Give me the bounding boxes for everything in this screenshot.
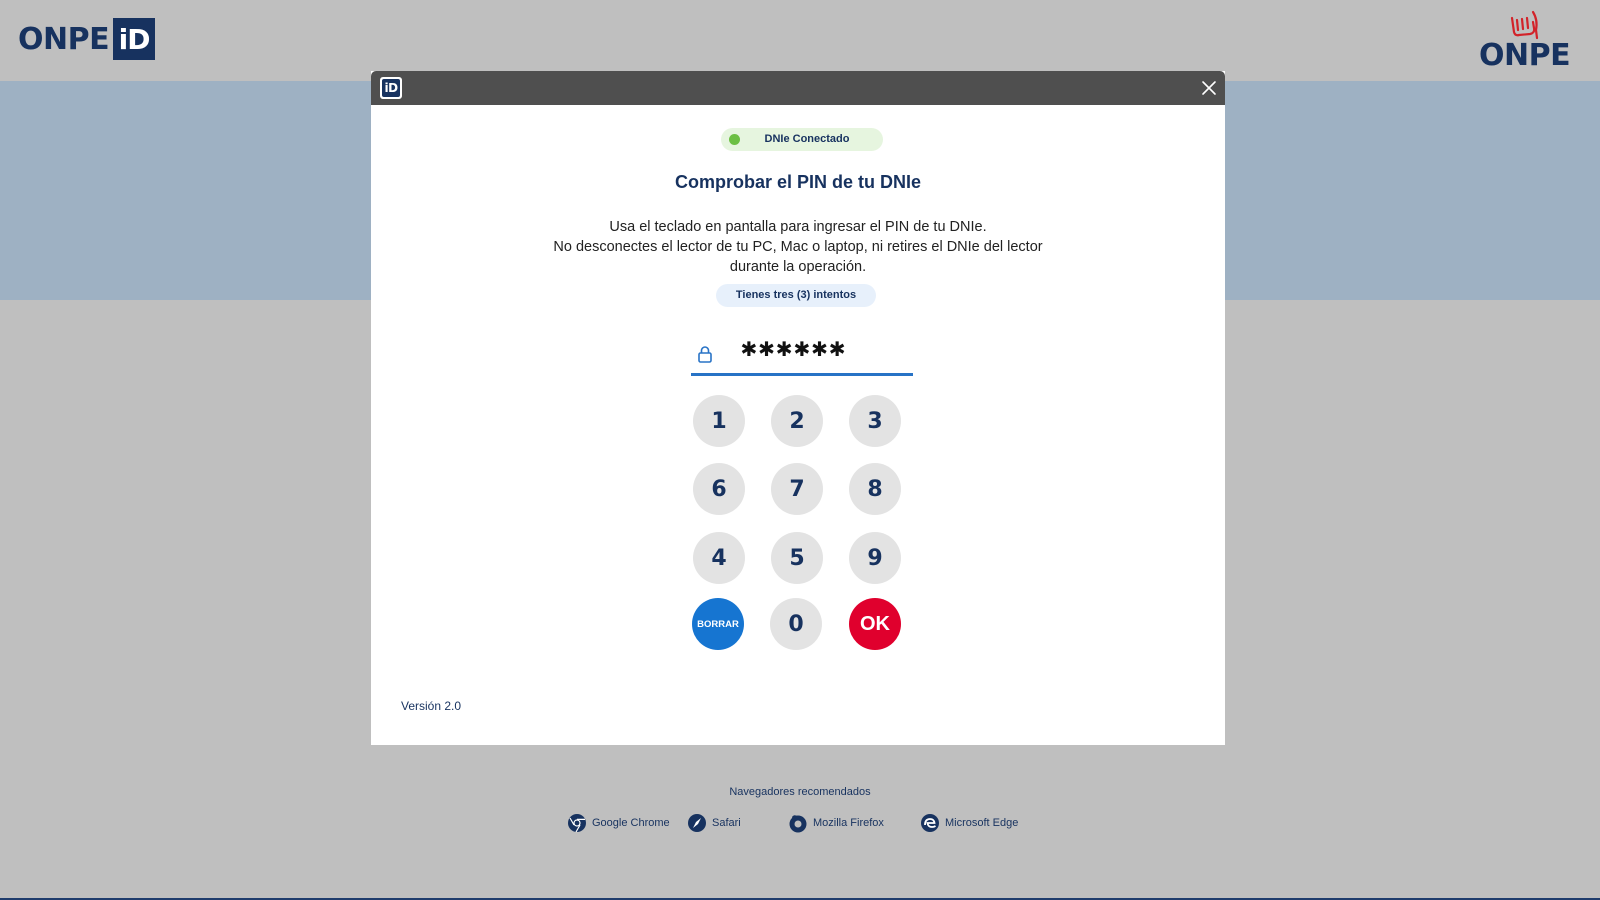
- browser-chrome[interactable]: Google Chrome: [567, 812, 670, 834]
- logo-id-badge: iD: [113, 18, 156, 60]
- browser-label: Google Chrome: [592, 817, 670, 829]
- id-icon: iD: [380, 77, 402, 99]
- attempts-badge: Tienes tres (3) intentos: [716, 284, 876, 307]
- browser-safari[interactable]: Safari: [687, 812, 741, 834]
- version-label: Versión 2.0: [401, 699, 462, 713]
- key-7[interactable]: 7: [771, 463, 823, 515]
- key-9[interactable]: 9: [849, 532, 901, 584]
- browser-label: Safari: [712, 817, 741, 829]
- lock-icon: [698, 346, 712, 363]
- instruction-line: No desconectes el lector de tu PC, Mac o…: [553, 239, 1043, 255]
- delete-button[interactable]: BORRAR: [692, 598, 744, 650]
- instructions: Usa el teclado en pantalla para ingresar…: [371, 217, 1225, 277]
- onpe-id-logo: ONPE iD: [18, 18, 156, 60]
- logo-word: ONPE: [18, 21, 110, 57]
- browser-label: Mozilla Firefox: [813, 817, 884, 829]
- browser-label: Microsoft Edge: [945, 817, 1019, 829]
- pin-input[interactable]: [741, 333, 891, 363]
- key-8[interactable]: 8: [849, 463, 901, 515]
- safari-icon: [688, 814, 706, 832]
- close-icon[interactable]: [1201, 80, 1217, 96]
- browser-edge[interactable]: Microsoft Edge: [920, 812, 1018, 834]
- key-0[interactable]: 0: [770, 598, 822, 650]
- key-6[interactable]: 6: [693, 463, 745, 515]
- browser-firefox[interactable]: Mozilla Firefox: [788, 812, 884, 834]
- page-title: Comprobar el PIN de tu DNIe: [674, 172, 922, 192]
- pin-field: [691, 331, 913, 376]
- top-header: [0, 0, 1600, 81]
- ok-button[interactable]: OK: [849, 598, 901, 650]
- modal-title-bar: iD: [371, 71, 1225, 105]
- key-5[interactable]: 5: [771, 532, 823, 584]
- key-3[interactable]: 3: [849, 395, 901, 447]
- browsers-title: Navegadores recomendados: [729, 786, 871, 798]
- instruction-line: durante la operación.: [729, 259, 867, 275]
- chrome-icon: [568, 814, 586, 833]
- firefox-icon: [789, 815, 807, 833]
- instruction-line: Usa el teclado en pantalla para ingresar…: [609, 219, 987, 235]
- edge-icon: [921, 814, 939, 832]
- status-text: DNIe Conectado: [764, 133, 850, 145]
- hand-vote-icon: [1510, 10, 1539, 40]
- id-icon-text: iD: [382, 79, 400, 97]
- key-2[interactable]: 2: [771, 395, 823, 447]
- key-4[interactable]: 4: [693, 532, 745, 584]
- logo-word: ONPE: [1479, 38, 1571, 73]
- status-badge: DNIe Conectado: [721, 128, 883, 151]
- pin-modal: iD DNIe Conectado Comprobar el PIN de tu…: [371, 71, 1225, 745]
- key-1[interactable]: 1: [693, 395, 745, 447]
- onpe-logo: ONPE: [1476, 8, 1578, 74]
